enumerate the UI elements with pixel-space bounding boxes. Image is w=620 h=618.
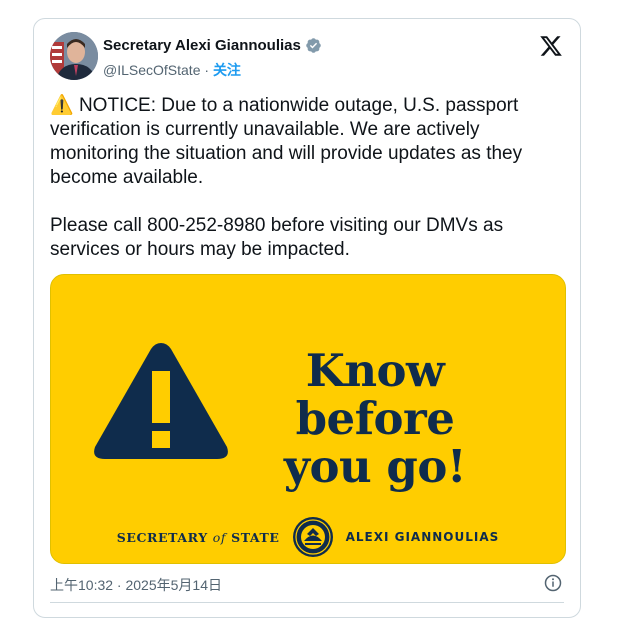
notice-text: NOTICE: Due to a nationwide outage, U.S.…: [50, 95, 523, 188]
author-row: Secretary Alexi Giannoulias: [103, 37, 322, 54]
tweet-paragraph-1: ⚠️ NOTICE: Due to a nationwide outage, U…: [50, 94, 570, 190]
follow-link[interactable]: 关注: [213, 62, 241, 78]
info-icon[interactable]: [544, 574, 562, 592]
official-name: ALEXI GIANNOULIAS: [345, 530, 500, 544]
author-handle[interactable]: @ILSecOfState: [103, 62, 200, 78]
tweet-card[interactable]: Secretary Alexi Giannoulias @ILSecOfStat…: [33, 18, 581, 618]
tweet-timestamp[interactable]: 上午10:32 · 2025年5月14日: [50, 575, 222, 595]
state-seal-icon: [292, 517, 333, 557]
headline-line-2: you go!: [283, 440, 467, 493]
tweet-image[interactable]: Know before you go! SECRETARY of STATE A…: [50, 274, 566, 564]
image-headline: Know before you go!: [225, 347, 525, 491]
tweet-text: ⚠️ NOTICE: Due to a nationwide outage, U…: [50, 94, 570, 262]
handle-row: @ILSecOfState · 关注: [103, 60, 241, 80]
secretary-of-state-wordmark: SECRETARY of STATE: [116, 529, 280, 545]
divider: [50, 602, 564, 603]
headline-line-1: Know before: [295, 344, 455, 445]
tweet-paragraph-2: Please call 800-252-8980 before visiting…: [50, 215, 504, 260]
warning-emoji: ⚠️: [50, 95, 74, 116]
author-name[interactable]: Secretary Alexi Giannoulias: [103, 37, 301, 54]
verified-badge-icon: [306, 38, 321, 53]
separator: ·: [204, 62, 210, 78]
avatar[interactable]: [50, 32, 98, 80]
x-logo-icon[interactable]: [539, 34, 563, 58]
warning-icon: [94, 343, 228, 459]
image-footer: SECRETARY of STATE ALEXI GIANNOULIAS: [51, 515, 565, 559]
